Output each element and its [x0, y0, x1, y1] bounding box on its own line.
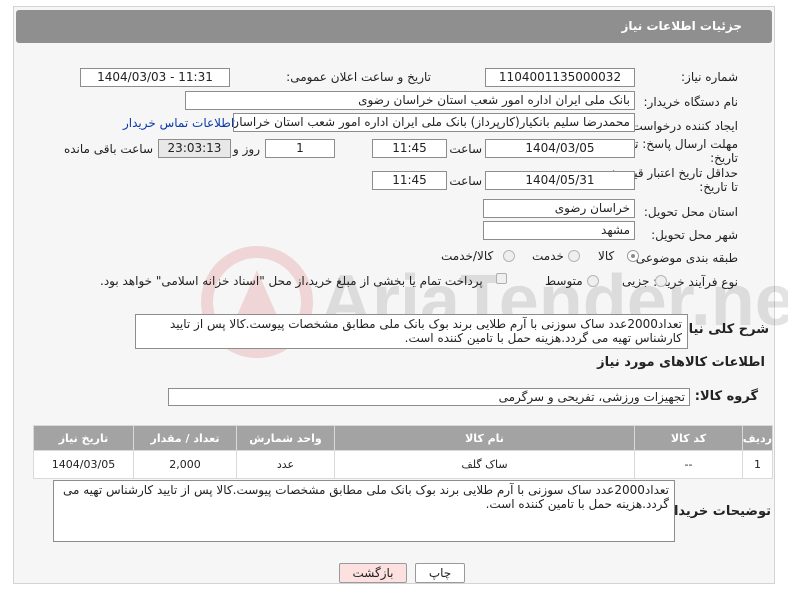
buyer-notes-text: تعداد2000عدد ساک سوزنی با آرم طلایی برند…: [53, 480, 675, 542]
deadline-time-field: 11:45: [372, 139, 447, 158]
province-field: خراسان رضوی: [483, 199, 635, 218]
payment-checkbox[interactable]: [496, 273, 507, 284]
cell-qty: 2,000: [133, 450, 237, 479]
goods-section-title: اطلاعات کالاهای مورد نیاز: [597, 355, 765, 370]
province-label: استان محل تحویل:: [643, 205, 738, 219]
announce-field: 1404/03/03 - 11:31: [80, 68, 230, 87]
remaining-time-field: 23:03:13: [158, 139, 231, 158]
col-unit-header: واحد شمارش: [236, 425, 335, 451]
need-number-field: 1104001135000032: [485, 68, 635, 87]
process-option-minor: جزیی: [622, 274, 650, 288]
col-qty-header: تعداد / مقدار: [133, 425, 237, 451]
need-number-label: شماره نیاز:: [681, 70, 738, 84]
payment-note: پرداخت تمام یا بخشی از مبلغ خرید،از محل …: [100, 274, 483, 288]
cell-row: 1: [742, 450, 773, 479]
buyer-contact-link[interactable]: اطلاعات تماس خریدار: [123, 116, 234, 130]
buyer-notes-label: توضیحات خریدار:: [661, 504, 771, 519]
category-option-goods: کالا: [598, 249, 615, 263]
process-radio-medium[interactable]: [587, 275, 599, 287]
category-radio-goods[interactable]: [627, 250, 639, 262]
deadline-label-2: تاریخ:: [710, 151, 738, 165]
col-name-header: نام کالا: [334, 425, 635, 451]
price-time-field: 11:45: [372, 171, 447, 190]
table-row: 1 -- ساک گلف عدد 2,000 1404/03/05: [33, 450, 773, 479]
back-button[interactable]: بازگشت: [339, 563, 407, 583]
cell-unit: عدد: [236, 450, 335, 479]
price-validity-label-2: تا تاریخ:: [699, 180, 738, 194]
col-row-header: ردیف: [742, 425, 773, 451]
process-option-medium: متوسط: [545, 274, 583, 288]
description-content: تعداد2000عدد ساک سوزنی با آرم طلایی برند…: [169, 317, 682, 345]
price-date-field: 1404/05/31: [485, 171, 635, 190]
deadline-label: مهلت ارسال پاسخ: تا: [631, 137, 738, 151]
days-label: روز و: [233, 142, 260, 156]
description-text: تعداد2000عدد ساک سوزنی با آرم طلایی برند…: [135, 314, 688, 349]
description-label: شرح کلی نیاز:: [675, 322, 769, 337]
process-radio-minor[interactable]: [655, 275, 667, 287]
print-button[interactable]: چاپ: [415, 563, 465, 583]
category-option-service: خدمت: [532, 249, 564, 263]
deadline-date-field: 1404/03/05: [485, 139, 635, 158]
price-time-label: ساعت: [449, 174, 482, 188]
buyer-org-field: بانک ملی ایران اداره امور شعب استان خراس…: [185, 91, 635, 110]
cell-name: ساک گلف: [334, 450, 635, 479]
category-option-goods-service: کالا/خدمت: [441, 249, 494, 263]
city-label: شهر محل تحویل:: [651, 228, 738, 242]
buyer-notes-content: تعداد2000عدد ساک سوزنی با آرم طلایی برند…: [63, 483, 669, 511]
cell-date: 1404/03/05: [33, 450, 134, 479]
page-title: جزئیات اطلاعات نیاز: [621, 19, 742, 33]
creator-label: ایجاد کننده درخواست:: [627, 119, 738, 133]
announce-label: تاریخ و ساعت اعلان عمومی:: [286, 70, 431, 84]
goods-group-label: گروه کالا:: [694, 389, 758, 404]
days-field: 1: [265, 139, 335, 158]
goods-table-header: ردیف کد کالا نام کالا واحد شمارش تعداد /…: [33, 425, 773, 451]
category-radio-goods-service[interactable]: [503, 250, 515, 262]
creator-field: محمدرضا سلیم بانکیار(کارپرداز) بانک ملی …: [233, 113, 635, 132]
remaining-label: ساعت باقی مانده: [63, 142, 153, 156]
goods-group-field: تجهیزات ورزشی، تفریحی و سرگرمی: [168, 388, 690, 406]
category-label: طبقه بندی موضوعی:: [631, 251, 738, 265]
col-date-header: تاریخ نیاز: [33, 425, 134, 451]
deadline-time-label: ساعت: [449, 142, 482, 156]
goods-table: ردیف کد کالا نام کالا واحد شمارش تعداد /…: [33, 425, 773, 479]
panel-header: جزئیات اطلاعات نیاز: [16, 10, 772, 43]
col-code-header: کد کالا: [634, 425, 743, 451]
category-radio-service[interactable]: [568, 250, 580, 262]
city-field: مشهد: [483, 221, 635, 240]
cell-code: --: [634, 450, 743, 479]
buyer-org-label: نام دستگاه خریدار:: [643, 95, 739, 109]
